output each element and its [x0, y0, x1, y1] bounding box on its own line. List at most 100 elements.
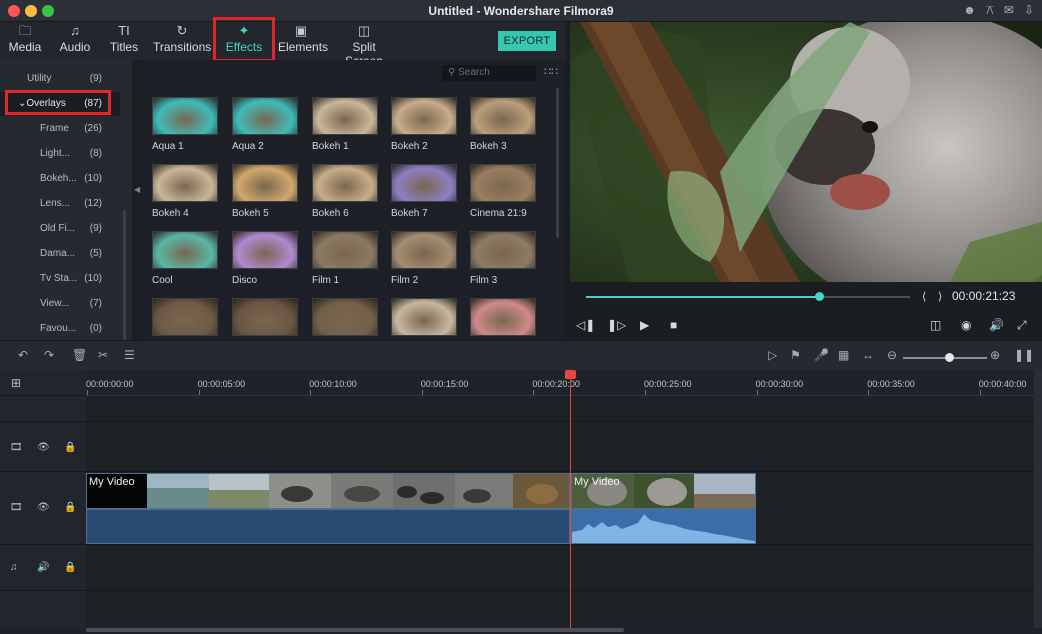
playhead[interactable]	[570, 372, 571, 628]
timeline-ruler[interactable]: 00:00:00:00 00:00:05:00 00:00:10:00 00:00:1…	[86, 370, 1034, 396]
effect-tile[interactable]	[232, 298, 300, 342]
microphone-icon[interactable]: 🎤	[814, 348, 829, 362]
tab-split-screen[interactable]: ◫ Split Screen	[334, 22, 394, 68]
timeline-grip-icon[interactable]: ❚❚	[1014, 348, 1034, 362]
add-track-icon[interactable]: ⊞	[11, 376, 21, 390]
effect-tile[interactable]	[312, 298, 380, 342]
effect-name: Bokeh 5	[232, 208, 269, 219]
volume-icon[interactable]: 🔊	[989, 318, 1004, 332]
mail-icon[interactable]: ✉	[1004, 3, 1014, 18]
category-bokeh[interactable]: Bokeh... (10)	[0, 167, 120, 191]
stop-icon[interactable]: ■	[670, 318, 677, 332]
display-settings-icon[interactable]: ◫	[930, 318, 941, 332]
video-clip-2[interactable]: My Video	[571, 473, 756, 509]
audio-clip-1[interactable]	[86, 509, 570, 544]
adjust-icon[interactable]: ☰	[124, 348, 135, 362]
audio-track[interactable]	[86, 545, 1034, 591]
eye-icon[interactable]: 👁	[37, 502, 50, 513]
video-track-1[interactable]	[86, 422, 1034, 472]
effect-tile[interactable]: Bokeh 7	[391, 164, 459, 219]
effect-thumbnail	[391, 298, 457, 336]
export-button[interactable]: EXPORT	[498, 31, 556, 51]
effect-tile[interactable]: Cool	[152, 231, 220, 286]
zoom-in-icon[interactable]: ⊕	[990, 348, 1000, 362]
effect-tile[interactable]: Bokeh 4	[152, 164, 220, 219]
category-view-finder[interactable]: View... (7)	[0, 292, 120, 316]
effects-scrollbar[interactable]	[556, 88, 559, 238]
tab-media[interactable]: 🗀 Media	[8, 22, 42, 60]
category-scrollbar[interactable]	[123, 210, 126, 340]
tab-transitions[interactable]: ↻ Transitions	[153, 22, 211, 60]
search-input[interactable]: ⚲ Search	[442, 65, 536, 81]
effect-tile[interactable]: Bokeh 1	[312, 97, 380, 152]
undo-icon[interactable]: ↶	[18, 348, 28, 362]
effect-tile[interactable]: Film 1	[312, 231, 380, 286]
effect-tile[interactable]: Aqua 2	[232, 97, 300, 152]
eye-icon[interactable]: 👁	[37, 442, 50, 453]
category-favourite[interactable]: Favou... (0)	[0, 317, 120, 341]
grid-view-icon[interactable]: ∷∷	[544, 65, 558, 78]
fullscreen-icon[interactable]: ⤢	[1017, 318, 1027, 333]
effect-name: Cool	[152, 275, 173, 286]
ruler-tick	[421, 390, 423, 395]
snapshot-icon[interactable]: ◉	[961, 318, 971, 332]
effect-tile[interactable]: Film 3	[470, 231, 538, 286]
redo-icon[interactable]: ↷	[44, 348, 54, 362]
playhead-handle[interactable]	[565, 370, 576, 379]
effect-tile[interactable]	[470, 298, 538, 342]
category-lens[interactable]: Lens... (12)	[0, 192, 120, 216]
media-toolbar: 🗀 Media ♫ Audio TI Titles ↻ Transitions …	[0, 22, 566, 68]
render-icon[interactable]: ▷	[768, 348, 777, 362]
tab-elements[interactable]: ▣ Elements	[278, 22, 328, 60]
effect-tile[interactable]: Disco	[232, 231, 300, 286]
lock-icon[interactable]: 🔒	[64, 442, 76, 453]
empty-track[interactable]	[86, 396, 1034, 422]
ruler-tick	[645, 390, 646, 395]
mark-in-icon[interactable]: ⟨	[922, 290, 926, 303]
category-utility[interactable]: Utility (9)	[0, 67, 120, 91]
mixer-icon[interactable]: ▦	[838, 348, 849, 362]
ruler-tick-label: 00:00:25:00	[644, 379, 692, 389]
category-light[interactable]: Light... (8)	[0, 142, 120, 166]
effect-tile[interactable]	[152, 298, 220, 342]
step-back-icon[interactable]: ◁❚	[576, 318, 595, 332]
lock-icon[interactable]: 🔒	[64, 502, 76, 513]
category-damaged[interactable]: Dama... (5)	[0, 242, 120, 266]
zoom-out-icon[interactable]: ⊖	[887, 348, 897, 362]
effect-tile[interactable]: Bokeh 5	[232, 164, 300, 219]
effect-thumbnail	[391, 164, 457, 202]
category-label: Old Fi...	[40, 223, 76, 234]
effect-tile[interactable]: Cinema 21:9	[470, 164, 538, 219]
category-old-film[interactable]: Old Fi... (9)	[0, 217, 120, 241]
effect-tile[interactable]: Bokeh 6	[312, 164, 380, 219]
cart-icon[interactable]: ⚻	[986, 3, 994, 18]
effect-tile[interactable]	[391, 298, 459, 342]
play-icon[interactable]: ▶	[640, 318, 649, 332]
music-note-icon: ♫	[70, 23, 80, 38]
tab-titles[interactable]: TI Titles	[108, 22, 140, 60]
audio-clip-2[interactable]	[571, 509, 756, 544]
mark-out-icon[interactable]: ⟩	[938, 290, 942, 303]
effect-tile[interactable]: Film 2	[391, 231, 459, 286]
cut-icon[interactable]: ✂	[98, 348, 108, 362]
effect-tile[interactable]: Bokeh 2	[391, 97, 459, 152]
timeline-vertical-scrollbar[interactable]	[1034, 370, 1042, 628]
panel-collapse-handle[interactable]: ◀	[132, 60, 142, 340]
scrubber-progress	[586, 296, 820, 298]
user-icon[interactable]: ☻	[963, 3, 976, 18]
snap-icon[interactable]: ↔	[862, 348, 874, 362]
category-frame[interactable]: Frame (26)	[0, 117, 120, 141]
effect-tile[interactable]: Aqua 1	[152, 97, 220, 152]
lock-icon[interactable]: 🔒	[64, 562, 76, 573]
step-forward-icon[interactable]: ❚▷	[607, 318, 626, 332]
timeline-horizontal-scrollbar[interactable]	[86, 628, 624, 632]
effect-tile[interactable]: Bokeh 3	[470, 97, 538, 152]
video-clip-1[interactable]: My Video	[86, 473, 570, 509]
download-icon[interactable]: ⇩	[1024, 3, 1034, 18]
category-tv-static[interactable]: Tv Sta... (10)	[0, 267, 120, 291]
empty-track[interactable]	[86, 591, 1034, 628]
tab-audio[interactable]: ♫ Audio	[58, 22, 92, 60]
volume-icon[interactable]: 🔊	[37, 562, 49, 573]
marker-icon[interactable]: ⚑	[790, 348, 801, 362]
delete-icon[interactable]: 🗑	[72, 348, 87, 362]
